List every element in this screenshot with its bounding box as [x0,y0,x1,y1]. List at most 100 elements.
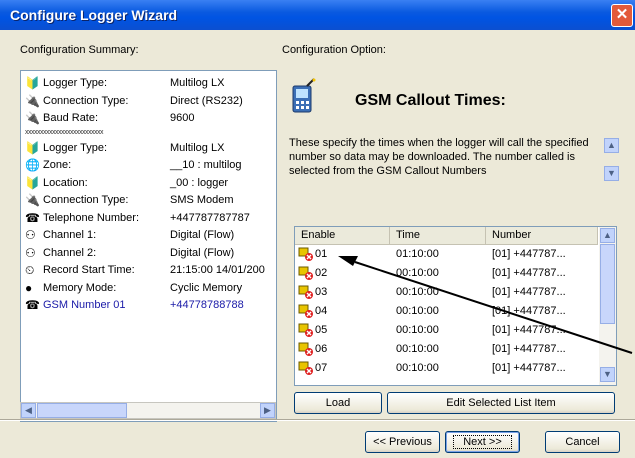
list-scroll-thumb[interactable] [600,244,615,324]
summary-label: Zone: [43,159,72,171]
load-button[interactable]: Load [294,392,382,414]
close-button[interactable]: ✕ [611,4,633,27]
scroll-thumb[interactable] [37,403,127,418]
number-cell: [01] +447787... [492,305,566,317]
description-scrollbar[interactable]: ▲ ▼ [604,138,620,182]
enable-cell: 04 [315,305,328,317]
title-bar: Configure Logger Wizard ✕ [0,0,635,30]
cancel-button[interactable]: Cancel [545,431,620,453]
summary-value: 21:15:00 14/01/200 [170,264,265,276]
time-cell: 01:10:00 [396,248,439,260]
summary-row[interactable]: 🔌 Connection Type: Direct (RS232) [25,94,275,109]
gsm-icon: ☎ [25,298,40,312]
list-header: Enable Time Number [295,227,598,245]
next-button[interactable]: Next >> [445,431,520,453]
summary-row[interactable]: ⚇ Channel 1: Digital (Flow) [25,228,275,243]
window-title: Configure Logger Wizard [10,7,178,23]
summary-value: Direct (RS232) [170,94,243,107]
list-item[interactable]: 03 00:10:00 [01] +447787... [295,284,595,301]
gsm-phone-icon [292,78,316,113]
summary-label: Connection Type: [43,94,129,107]
column-time[interactable]: Time [390,227,486,244]
scroll-left-icon[interactable]: ◀ [21,403,36,418]
summary-row[interactable]: 🔌 Baud Rate: 9600 [25,111,275,126]
previous-button[interactable]: << Previous [365,431,440,453]
time-cell: 00:10:00 [396,362,439,374]
summary-label: Location: [43,176,88,189]
summary-row[interactable]: ⏲ Record Start Time: 21:15:00 14/01/200 [25,263,275,278]
disabled-status-icon[interactable] [298,247,314,265]
configuration-summary-heading: Configuration Summary: [20,44,139,56]
callout-times-list[interactable]: Enable Time Number 01 01:10:00 [01] +44778… [294,226,617,386]
summary-value: _00 : logger [170,176,229,189]
zone-icon: 🌐 [25,158,40,172]
scroll-right-icon[interactable]: ▶ [260,403,275,418]
disabled-status-icon[interactable] [298,304,314,322]
summary-separator: xxxxxxxxxxxxxxxxxxxxxxxxxx [25,128,104,136]
number-cell: [01] +447787... [492,286,566,298]
scroll-down-icon[interactable]: ▼ [604,166,619,181]
enable-cell: 05 [315,324,328,336]
phone-icon: ☎ [25,210,40,225]
summary-row[interactable]: 🔌 Connection Type: SMS Modem [25,193,275,208]
edit-selected-list-item-button[interactable]: Edit Selected List Item [387,392,615,414]
summary-label: Memory Mode: [43,281,117,294]
summary-value: Digital (Flow) [170,246,235,259]
next-label: Next >> [463,436,502,448]
list-item[interactable]: 02 00:10:00 [01] +447787... [295,265,595,282]
summary-row[interactable]: 🔰 Logger Type: Multilog LX [25,76,275,91]
number-cell: [01] +447787... [492,362,566,374]
number-cell: [01] +447787... [492,267,566,279]
logger-icon: 🔰 [25,76,40,90]
summary-row[interactable]: ☎ Telephone Number: +447787787787 [25,211,275,226]
summary-row[interactable]: 🔰 Logger Type: Multilog LX [25,141,275,156]
summary-label: Logger Type: [43,77,108,89]
summary-value: Digital (Flow) [170,229,235,241]
summary-label: Logger Type: [43,141,108,154]
enable-cell: 07 [315,362,328,374]
summary-row[interactable]: ☎ GSM Number 01 +44778788788 [25,298,275,313]
channel-icon: ⚇ [25,245,36,260]
summary-row[interactable]: ⚇ Channel 2: Digital (Flow) [25,246,275,261]
list-scroll-down-icon[interactable]: ▼ [600,367,615,382]
list-scrollbar[interactable]: ▲ ▼ [599,227,616,385]
configuration-summary-panel[interactable]: 🔰 Logger Type: Multilog LX 🔌 Connection Type… [20,70,277,422]
column-enable[interactable]: Enable [295,227,390,244]
summary-label: Baud Rate: [43,112,99,124]
summary-row[interactable]: 🌐 Zone: __10 : multilog [25,158,275,173]
list-scroll-up-icon[interactable]: ▲ [600,228,615,243]
connection-icon: 🔌 [25,193,40,207]
connection-icon: 🔌 [25,93,40,108]
summary-label: Record Start Time: [43,264,135,276]
summary-value: +44778788788 [170,299,244,311]
summary-value: SMS Modem [170,194,234,206]
disabled-status-icon[interactable] [298,342,314,360]
disabled-status-icon[interactable] [298,285,314,303]
summary-value: Cyclic Memory [170,281,243,294]
time-cell: 00:10:00 [396,286,439,298]
list-item[interactable]: 07 00:10:00 [01] +447787... [295,360,595,377]
disabled-status-icon[interactable] [298,266,314,284]
summary-label: Channel 1: [43,229,97,241]
list-item[interactable]: 05 00:10:00 [01] +447787... [295,322,595,339]
summary-value: 9600 [170,112,195,124]
time-cell: 00:10:00 [396,343,439,355]
baud-icon: 🔌 [25,111,40,125]
list-item[interactable]: 06 00:10:00 [01] +447787... [295,341,595,358]
time-cell: 00:10:00 [396,267,439,279]
disabled-status-icon[interactable] [298,323,314,341]
summary-row[interactable]: ● Memory Mode: Cyclic Memory [25,281,275,296]
horizontal-scrollbar[interactable]: ◀ ▶ [20,402,276,419]
list-item[interactable]: 01 01:10:00 [01] +447787... [295,246,595,263]
enable-cell: 03 [315,286,328,298]
summary-label: GSM Number 01 [43,299,126,311]
option-title: GSM Callout Times: [355,92,506,109]
disabled-status-icon[interactable] [298,361,314,379]
column-number[interactable]: Number [486,227,598,244]
scroll-up-icon[interactable]: ▲ [604,138,619,153]
configuration-option-heading: Configuration Option: [282,44,386,56]
list-item[interactable]: 04 00:10:00 [01] +447787... [295,303,595,320]
summary-row[interactable]: 🔰 Location: _00 : logger [25,176,275,191]
footer-divider [0,419,635,421]
time-cell: 00:10:00 [396,305,439,317]
